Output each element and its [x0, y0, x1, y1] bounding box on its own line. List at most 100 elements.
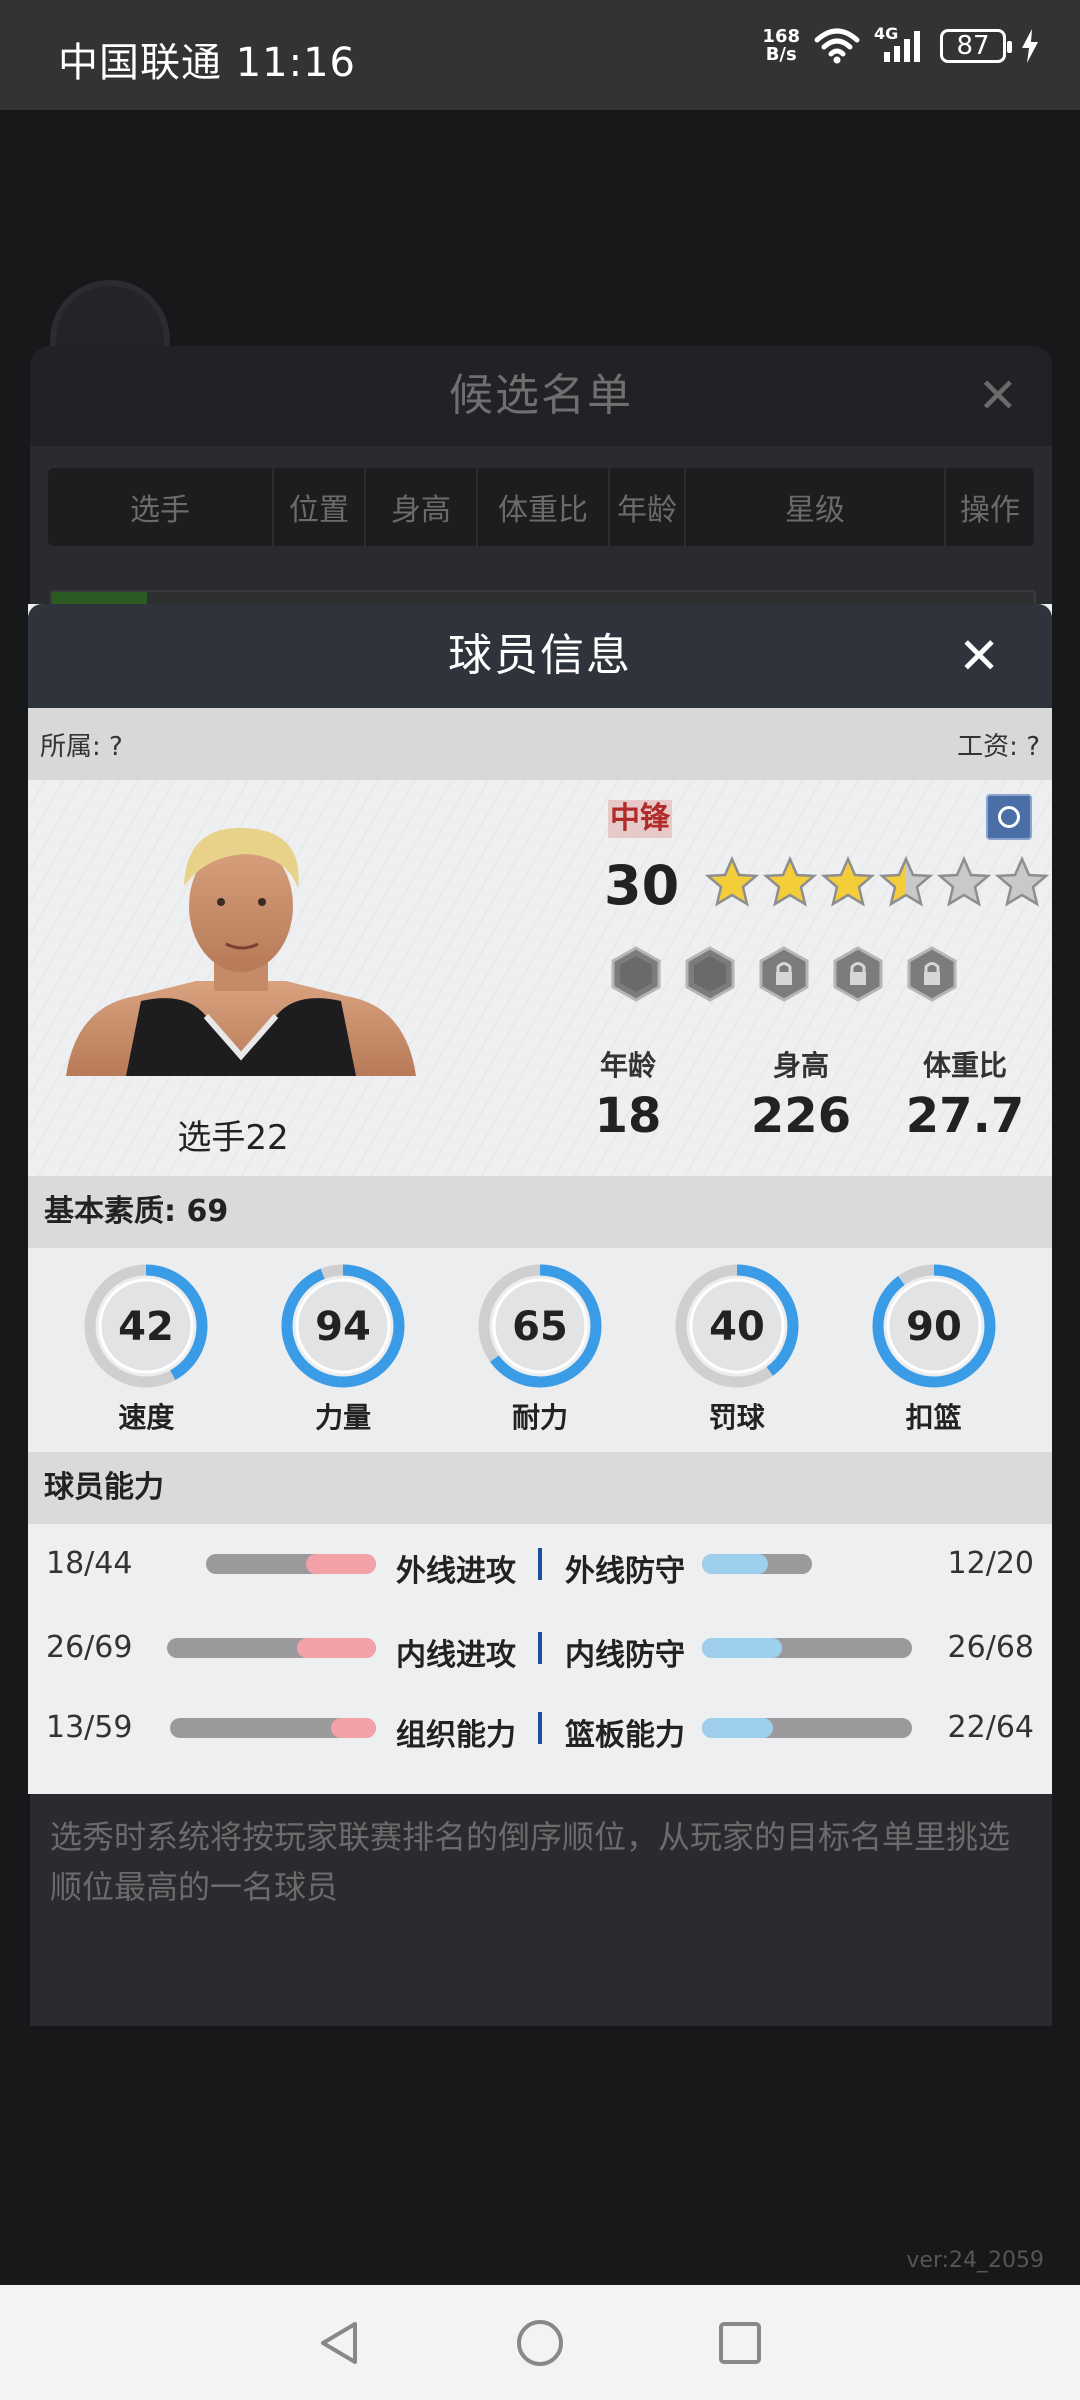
age-stat: 年龄 18 [588, 1044, 668, 1144]
battery-icon: 87 [940, 29, 1012, 63]
weight-value: 27.7 [905, 1088, 1025, 1144]
ability-right-value: 12/20 [947, 1546, 1034, 1581]
candidate-title-text: 候选名单 [449, 370, 633, 421]
gauge-value: 42 [119, 1304, 175, 1350]
charging-icon [1022, 29, 1038, 63]
ability-row: 26/69 内线进攻 内线防守 26/68 [28, 1624, 1052, 1674]
badge-empty-icon [685, 946, 735, 1002]
candidate-list-title: 候选名单 ✕ [30, 346, 1052, 446]
network-speed: 168 B/s [762, 28, 800, 64]
star-full-icon [704, 856, 760, 907]
gauge-ring: 42 [84, 1264, 208, 1388]
badge-locked-icon [907, 946, 957, 1002]
carrier-time: 中国联通 11:16 [58, 40, 356, 86]
modal-title: 球员信息 [448, 630, 632, 681]
height-label: 身高 [772, 1049, 829, 1082]
overall-score: 30 [604, 854, 680, 917]
system-nav-bar [0, 2285, 1080, 2400]
ability-right-value: 26/68 [947, 1630, 1034, 1665]
gauge-label: 力量 [315, 1401, 372, 1434]
ability-right-name: 内线防守 [565, 1638, 685, 1673]
column-weight: 体重比 [478, 468, 610, 546]
gauge-2: 65 耐力 [470, 1260, 610, 1436]
ability-left-name: 内线进攻 [396, 1638, 516, 1673]
draft-footnote: 选秀时系统将按玩家联赛排名的倒序顺位，从玩家的目标名单里挑选顺位最高的一名球员 [50, 1818, 1011, 1906]
star-rating [704, 856, 1050, 908]
ability-row: 18/44 外线进攻 外线防守 12/20 [28, 1540, 1052, 1590]
home-icon[interactable] [515, 2318, 565, 2368]
skill-badges [610, 946, 958, 1002]
ability-right-name: 篮板能力 [565, 1718, 685, 1753]
column-position: 位置 [274, 468, 366, 546]
badge-empty-icon [611, 946, 661, 1002]
ability-left-value: 26/69 [46, 1630, 133, 1665]
weight-label: 体重比 [922, 1049, 1007, 1082]
ability-left-name: 外线进攻 [396, 1554, 516, 1589]
modal-header: 球员信息 ✕ [28, 604, 1052, 708]
ability-left-bar [167, 1638, 376, 1658]
status-icons: 168 B/s 4G 87 [762, 24, 1040, 64]
gauge-value: 65 [512, 1304, 568, 1350]
basic-attributes-header: 基本素质: 69 [28, 1176, 1052, 1248]
column-action: 操作 [960, 493, 1020, 528]
star-full-icon [820, 856, 876, 907]
ability-left-bar [170, 1718, 376, 1738]
gauge-value: 94 [315, 1304, 371, 1350]
affiliation-text: 所属: ? [40, 731, 123, 762]
column-height: 身高 [366, 468, 478, 546]
weight-stat: 体重比 27.7 [900, 1044, 1030, 1144]
star-half-icon [878, 856, 934, 907]
ability-right-name: 外线防守 [565, 1554, 685, 1589]
badge-locked-icon [759, 946, 809, 1002]
star-full-icon [762, 856, 818, 907]
ability-separator [538, 1632, 542, 1664]
gauge-ring: 90 [872, 1264, 996, 1388]
height-value: 226 [750, 1088, 852, 1144]
gauge-0: 42 速度 [76, 1260, 216, 1436]
player-ability-header: 球员能力 [28, 1452, 1052, 1524]
age-value: 18 [594, 1088, 662, 1144]
ability-right-value: 22/64 [947, 1710, 1034, 1745]
ability-right-bar [702, 1554, 812, 1574]
gauge-label: 扣篮 [905, 1401, 962, 1434]
position-tag: 中锋 [608, 800, 672, 838]
star-empty-icon [936, 856, 992, 907]
age-label: 年龄 [599, 1049, 656, 1082]
gauge-3: 40 罚球 [667, 1260, 807, 1436]
speed-unit: B/s [765, 44, 797, 65]
gauge-label: 罚球 [708, 1401, 765, 1434]
ability-left-value: 18/44 [46, 1546, 133, 1581]
basic-attribute-gauges: 42 速度 94 力量 65 耐力 40 罚球 90 扣篮 [28, 1248, 1052, 1452]
ability-left-value: 13/59 [46, 1710, 133, 1745]
back-icon[interactable] [315, 2318, 365, 2368]
search-icon[interactable] [986, 794, 1032, 840]
ability-separator [538, 1548, 542, 1580]
candidate-table-header: 选手 位置 身高 体重比 年龄 星级 操作 [48, 468, 1034, 546]
ability-list: 18/44 外线进攻 外线防守 12/20 26/69 内线进攻 内线防守 26/68 13/5… [28, 1524, 1052, 1794]
candidate-close-icon[interactable]: ✕ [978, 346, 1020, 446]
gauge-ring: 40 [675, 1264, 799, 1388]
star-empty-icon [994, 856, 1050, 907]
player-profile: 选手22 中锋 30 年龄 18 身高 226 体重比 27.7 [28, 780, 1052, 1176]
gauge-value: 40 [709, 1304, 765, 1350]
column-stars: 星级 [686, 468, 946, 546]
cell-signal-icon: 4G [874, 24, 926, 64]
battery-level: 87 [956, 31, 990, 61]
gauge-4: 90 扣篮 [864, 1260, 1004, 1436]
affiliation-bar: 所属: ? 工资: ? [28, 708, 1052, 780]
gauge-label: 耐力 [511, 1401, 568, 1434]
gauge-ring: 94 [281, 1264, 405, 1388]
ability-separator [538, 1712, 542, 1744]
gauge-label: 速度 [118, 1401, 175, 1434]
wifi-icon [814, 28, 860, 64]
gauge-1: 94 力量 [273, 1260, 413, 1436]
recents-icon[interactable] [715, 2318, 765, 2368]
gauge-ring: 65 [478, 1264, 602, 1388]
version-text: ver:24_2059 [906, 2248, 1044, 2273]
close-icon[interactable]: ✕ [958, 604, 1002, 708]
badge-locked-icon [833, 946, 883, 1002]
player-info-modal: 球员信息 ✕ 所属: ? 工资: ? 选手22 中锋 30 年龄 18 身高 2… [28, 604, 1052, 1794]
column-age: 年龄 [610, 468, 686, 546]
ability-left-name: 组织能力 [396, 1718, 516, 1753]
gauge-value: 90 [906, 1304, 962, 1350]
